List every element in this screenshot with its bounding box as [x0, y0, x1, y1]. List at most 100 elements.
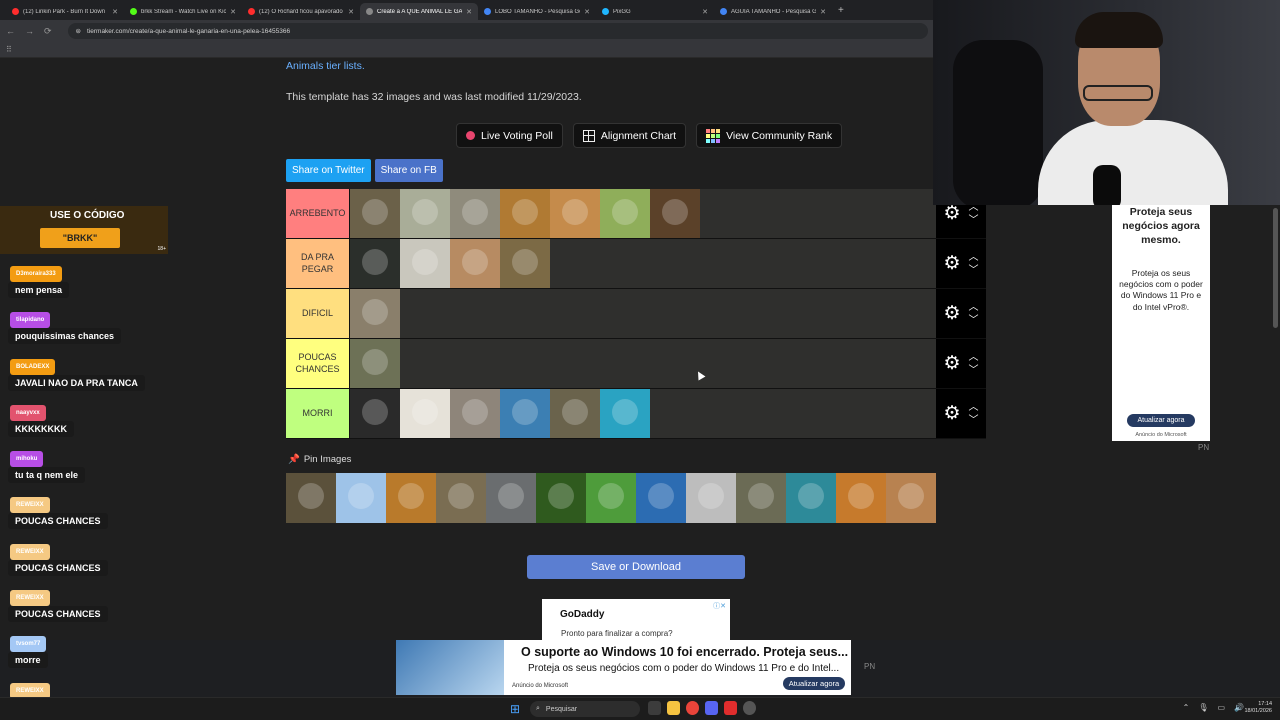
chrome-icon[interactable] [686, 701, 699, 715]
gear-icon[interactable]: ⚙ [943, 402, 960, 425]
tier-item-image[interactable] [350, 189, 400, 238]
community-rank-button[interactable]: View Community Rank [696, 123, 843, 148]
gear-icon[interactable]: ⚙ [943, 302, 960, 325]
close-tab-icon[interactable]: ✕ [702, 8, 708, 16]
browser-tab[interactable]: LOBO TAMANHO - Pesquisa Go ✕ [478, 3, 596, 20]
tier-item-image[interactable] [450, 389, 500, 438]
back-icon[interactable]: ← [6, 26, 15, 36]
new-tab-icon[interactable]: + [838, 5, 844, 16]
site-info-icon[interactable]: ⊜ [76, 27, 81, 35]
tier-label[interactable]: ARREBENTO [286, 189, 349, 238]
close-tab-icon[interactable]: ✕ [230, 8, 236, 16]
file-explorer-icon[interactable] [667, 701, 680, 715]
taskbar-search[interactable]: ⌕ Pesquisar [530, 701, 640, 717]
tier-item-image[interactable] [600, 389, 650, 438]
tier-items[interactable] [349, 239, 936, 288]
browser-tab[interactable]: PixGG ✕ [596, 3, 714, 20]
pin-item-image[interactable] [786, 473, 836, 523]
tier-item-image[interactable] [500, 389, 550, 438]
discord-icon[interactable] [705, 701, 718, 715]
task-view-icon[interactable] [648, 701, 661, 715]
chevron-down-icon[interactable]: ﹀ [969, 364, 979, 377]
tier-item-image[interactable] [650, 189, 700, 238]
browser-tab[interactable]: brkk Stream - Watch Live on Kick ✕ [124, 3, 242, 20]
microsoft-side-ad[interactable]: Proteja seus negócios agora mesmo. Prote… [1112, 203, 1210, 441]
tier-items[interactable] [349, 389, 936, 438]
tier-item-image[interactable] [400, 389, 450, 438]
gear-icon[interactable]: ⚙ [943, 252, 960, 275]
app-red-icon[interactable] [724, 701, 737, 715]
tier-item-image[interactable] [550, 389, 600, 438]
browser-tab[interactable]: Create a A QUE ANIMAL LE GA ✕ [360, 3, 478, 20]
tier-item-image[interactable] [350, 389, 400, 438]
network-icon[interactable]: ▭ [1217, 703, 1225, 712]
tier-item-image[interactable] [500, 239, 550, 288]
chevron-down-icon[interactable]: ﹀ [969, 314, 979, 327]
tier-label[interactable]: DIFICIL [286, 289, 349, 338]
app-circle-icon[interactable] [743, 701, 756, 715]
tier-item-image[interactable] [500, 189, 550, 238]
tier-item-image[interactable] [400, 239, 450, 288]
url-field[interactable]: ⊜ tiermaker.com/create/a-que-animal-le-g… [67, 23, 928, 39]
chevron-down-icon[interactable]: ﹀ [969, 214, 979, 227]
tier-label[interactable]: POUCAS CHANCES [286, 339, 349, 388]
live-voting-button[interactable]: Live Voting Poll [456, 123, 563, 148]
share-fb-button[interactable]: Share on FB [374, 159, 443, 182]
tier-item-image[interactable] [350, 289, 400, 338]
tier-item-image[interactable] [350, 239, 400, 288]
side-ad-cta-button[interactable]: Atualizar agora [1127, 414, 1195, 427]
pin-item-image[interactable] [386, 473, 436, 523]
microsoft-bottom-ad[interactable]: O suporte ao Windows 10 foi encerrado. P… [396, 640, 851, 695]
browser-tab[interactable]: (12) Linkin Park - Burn It Down ✕ [6, 3, 124, 20]
chevron-down-icon[interactable]: ﹀ [969, 264, 979, 277]
tier-label[interactable]: DA PRA PEGAR [286, 239, 349, 288]
chevron-up-icon[interactable]: ︿ [969, 401, 979, 414]
bottom-ad-cta-button[interactable]: Atualizar agora [783, 677, 845, 690]
pin-item-image[interactable] [436, 473, 486, 523]
browser-tab[interactable]: (12) O Richard ficou apavorado ✕ [242, 3, 360, 20]
tier-item-image[interactable] [450, 189, 500, 238]
pin-item-image[interactable] [836, 473, 886, 523]
pin-item-image[interactable] [486, 473, 536, 523]
tier-items[interactable] [349, 289, 936, 338]
tier-item-image[interactable] [550, 189, 600, 238]
reload-icon[interactable]: ⟳ [44, 26, 52, 37]
pin-item-image[interactable] [536, 473, 586, 523]
volume-icon[interactable]: 🔊 [1234, 703, 1244, 712]
pin-item-image[interactable] [886, 473, 936, 523]
tier-item-image[interactable] [600, 189, 650, 238]
tier-items[interactable] [349, 339, 936, 388]
chevron-up-icon[interactable]: ⌃ [1183, 703, 1190, 712]
tier-label[interactable]: MORRI [286, 389, 349, 438]
tier-item-image[interactable] [350, 339, 400, 388]
forward-icon[interactable]: → [25, 26, 34, 36]
tier-item-image[interactable] [400, 189, 450, 238]
save-download-button[interactable]: Save or Download [527, 555, 745, 579]
pin-item-image[interactable] [636, 473, 686, 523]
pin-item-image[interactable] [586, 473, 636, 523]
share-twitter-button[interactable]: Share on Twitter [286, 159, 371, 182]
pin-item-image[interactable] [736, 473, 786, 523]
pin-item-image[interactable] [336, 473, 386, 523]
ad-choices-icon[interactable]: ⓘ✕ [713, 601, 726, 611]
chevron-up-icon[interactable]: ︿ [969, 351, 979, 364]
chevron-up-icon[interactable]: ︿ [969, 251, 979, 264]
pin-item-image[interactable] [686, 473, 736, 523]
browser-tab[interactable]: AGUIA TAMANHO - Pesquisa G ✕ [714, 3, 832, 20]
animals-tier-lists-link[interactable]: Animals tier lists. [286, 60, 365, 72]
close-tab-icon[interactable]: ✕ [348, 8, 354, 16]
godaddy-ad[interactable]: GoDaddy Pronto para finalizar a compra? … [542, 599, 730, 640]
chevron-down-icon[interactable]: ﹀ [969, 414, 979, 427]
clock[interactable]: 17:14 18/01/2026 [1244, 701, 1272, 715]
chevron-up-icon[interactable]: ︿ [969, 301, 979, 314]
apps-icon[interactable]: ⠿ [6, 45, 12, 54]
close-tab-icon[interactable]: ✕ [112, 8, 118, 16]
windows-start-icon[interactable]: ⊞ [510, 702, 520, 716]
pin-item-image[interactable] [286, 473, 336, 523]
tier-items[interactable] [349, 189, 936, 238]
gear-icon[interactable]: ⚙ [943, 352, 960, 375]
mic-tray-icon[interactable]: 🎙 [1198, 703, 1208, 712]
close-tab-icon[interactable]: ✕ [466, 8, 472, 16]
tier-item-image[interactable] [450, 239, 500, 288]
gear-icon[interactable]: ⚙ [943, 202, 960, 225]
